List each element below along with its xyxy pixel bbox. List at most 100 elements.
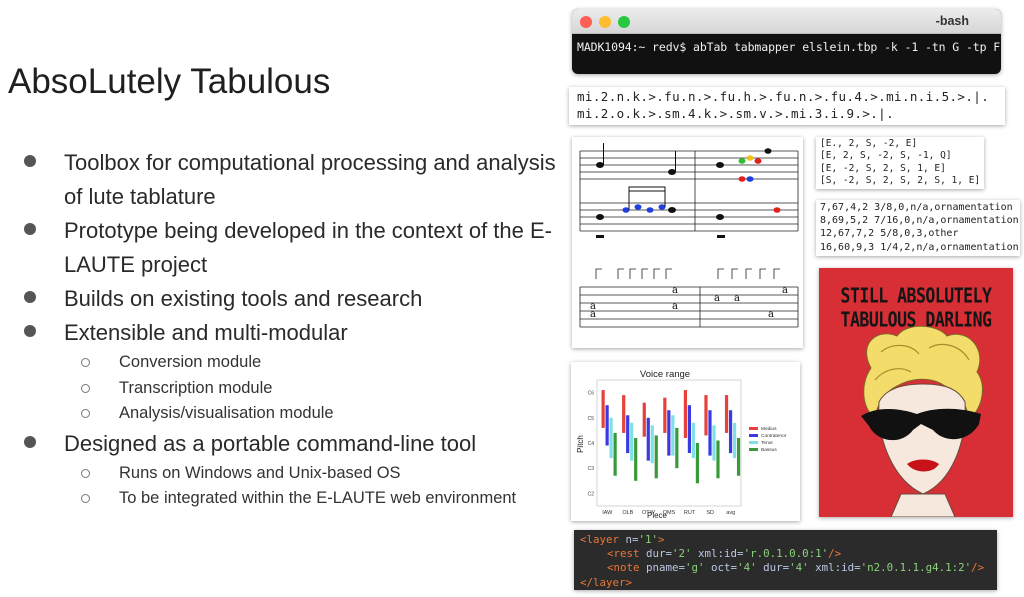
bullet-dot-icon — [24, 291, 36, 303]
xml-lines: <layer n='1'> <rest dur='2' xml:id='r.0.1… — [580, 533, 991, 590]
tablature-line: mi.2.o.k.>.sm.4.k.>.sm.v.>.mi.3.i.9.>.|. — [577, 105, 895, 121]
xml-attr-value: 'n2.0.1.1.g4.1:2' — [860, 561, 972, 575]
csv-output-box: 7,67,4,2 3/8,0,n/a,ornamentation 8,69,5,… — [816, 200, 1020, 256]
chart-legend-swatch — [749, 448, 758, 451]
xml-line: <layer n='1'> — [580, 533, 991, 547]
terminal-window[interactable]: -bash MADK1094:~ redv$ abTab tabmapper e… — [572, 9, 1001, 74]
upper-staff — [579, 150, 799, 232]
tablature-letters: a a a a a a a a — [590, 285, 788, 320]
chart-legend-swatch — [749, 441, 758, 444]
bullet-text: Prototype being developed in the context… — [64, 218, 552, 277]
chart-y-tick-label: C6 — [588, 391, 595, 397]
chart-bar — [691, 422, 696, 459]
chart-bar — [663, 397, 667, 433]
mei-xml-box: <layer n='1'> <rest dur='2' xml:id='r.0.1… — [574, 530, 997, 590]
xml-tag-end: /> — [971, 561, 985, 575]
tablature-staff — [579, 268, 799, 328]
xml-attr-value: '4' — [737, 561, 757, 575]
bullet-text: Toolbox for computational processing and… — [64, 150, 556, 209]
sub-bullet-text: Conversion module — [119, 353, 262, 371]
svg-text:a: a — [590, 309, 596, 320]
svg-text:a: a — [672, 285, 678, 296]
xml-attr-name: dur= — [639, 547, 673, 561]
chart-bar — [704, 395, 708, 436]
xml-attr-name: oct= — [704, 561, 738, 575]
chart-bar — [626, 415, 630, 454]
sub-bullet-circle-icon — [81, 358, 90, 367]
xml-tag-end: > — [658, 533, 665, 546]
svg-text:a: a — [782, 285, 788, 296]
xml-attr-name: pname= — [639, 561, 686, 575]
score-svg: a a a a a a a a — [579, 143, 799, 328]
chart-bar — [683, 390, 688, 438]
chart-bar — [667, 410, 671, 456]
bullet-item: Toolbox for computational processing and… — [20, 146, 560, 214]
chart-x-tick-label: SD — [706, 510, 714, 516]
voice-list-line: [S, -2, S, 2, S, 2, S, 1, E] — [820, 174, 981, 186]
zoom-window-icon[interactable] — [618, 16, 630, 28]
xml-attr-value: '1' — [638, 533, 659, 546]
terminal-title-bar[interactable]: -bash — [572, 9, 1001, 34]
xml-tag: <layer — [580, 533, 620, 546]
chart-bar — [708, 410, 712, 456]
minimize-window-icon[interactable] — [599, 16, 611, 28]
voice-lists-box: [E., 2, S, -2, E] [E, 2, S, -2, S, -1, Q… — [816, 137, 984, 189]
svg-text:a: a — [714, 293, 720, 304]
xml-attr-name: xml:id= — [808, 561, 861, 575]
xml-tag: <rest — [607, 547, 640, 561]
chart-bar — [622, 395, 626, 433]
xml-tag: <note — [607, 561, 640, 575]
portrait-illustration — [861, 325, 983, 517]
voice-range-chart: Voice range Piece Pitch C6 C5 C4 C3 C2 IAW OL… — [571, 362, 800, 521]
chart-bar — [728, 410, 733, 454]
bullet-text: Extensible and multi-modular — [64, 320, 348, 345]
bullet-list: Toolbox for computational processing and… — [20, 146, 560, 512]
sub-bullet-circle-icon — [81, 383, 90, 393]
sub-bullet-item: Runs on Windows and Unix-based OS — [20, 461, 560, 487]
chart-bar — [732, 422, 737, 459]
chart-bar — [724, 395, 729, 433]
chart-y-ticks: C6 C5 C4 C3 C2 — [588, 391, 595, 498]
sub-bullet-item: Conversion module — [20, 350, 560, 376]
chart-legend-swatch — [749, 434, 758, 437]
chart-y-tick-label: C2 — [588, 491, 595, 497]
chart-legend-label: Medius — [761, 426, 777, 432]
sub-bullet-circle-icon — [81, 494, 90, 503]
chart-y-tick-label: C3 — [588, 466, 595, 472]
chart-bar — [716, 440, 720, 479]
svg-text:a: a — [672, 301, 678, 312]
chart-x-tick-label: avg — [726, 510, 735, 516]
bullet-text: Builds on existing tools and research — [64, 286, 423, 311]
xml-attr-value: '2' — [672, 547, 692, 561]
chart-title: Voice range — [640, 369, 690, 380]
chart-y-tick-label: C4 — [588, 441, 595, 447]
bullet-item: Builds on existing tools and research — [20, 282, 560, 316]
voice-range-chart-svg: Voice range Piece Pitch C6C5C4C3C2 IAW OL… — [576, 369, 787, 520]
chart-bar — [695, 443, 700, 484]
xml-attr-value: '4' — [789, 561, 809, 575]
tablature-line: mi.2.n.k.>.fu.n.>.fu.h.>.fu.n.>.fu.4.>.m… — [577, 89, 990, 104]
close-window-icon[interactable] — [580, 16, 592, 28]
xml-tag-end: > — [625, 575, 633, 589]
bullet-text: Designed as a portable command-line tool — [64, 430, 477, 456]
chart-x-tick-label: QMS — [663, 510, 676, 516]
chart-legend: MediusContratenorTenorBassus — [749, 426, 787, 453]
csv-line: 8,69,5,2 7/16,0,n/a,ornamentation — [820, 215, 1019, 227]
csv-line: 16,60,9,3 1/4,2,n/a,ornamentation — [820, 241, 1019, 253]
svg-text:a: a — [768, 309, 774, 320]
chart-bar — [642, 402, 646, 437]
xml-attr-name: dur= — [756, 561, 790, 575]
bullet-item: Extensible and multi-modular — [20, 316, 560, 350]
chart-bar — [634, 437, 638, 481]
chart-x-tick-label: RUT — [684, 510, 696, 516]
terminal-title: -bash — [935, 14, 969, 28]
sub-bullet-text: To be integrated within the E-LAUTE web … — [119, 489, 517, 507]
sub-bullet-circle-icon — [81, 409, 90, 418]
chart-bar — [601, 390, 605, 428]
csv-line: 7,67,4,2 3/8,0,n/a,ornamentation — [820, 202, 1013, 213]
voice-list-line: [E, 2, S, -2, S, -1, Q] — [820, 150, 952, 162]
terminal-command-line[interactable]: MADK1094:~ redv$ abTab tabmapper elslein… — [572, 34, 1001, 60]
bullet-dot-icon — [24, 223, 36, 235]
csv-line: 12,67,7,2 5/8,0,3,other — [820, 228, 959, 240]
chart-x-tick-label: IAW — [602, 510, 613, 516]
